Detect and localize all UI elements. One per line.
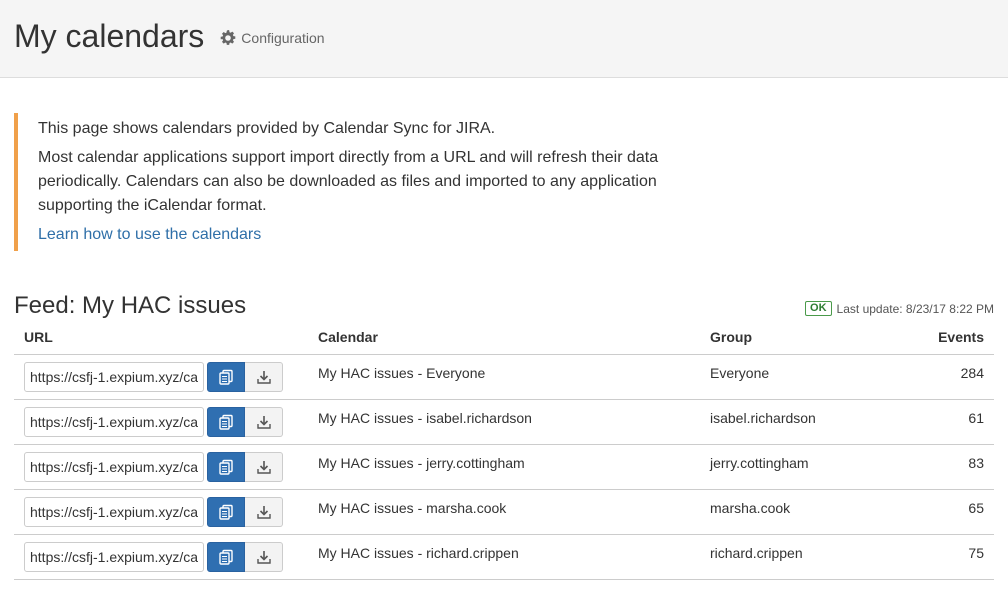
events-count-cell: 61 — [892, 399, 994, 445]
calendar-url-input[interactable] — [24, 542, 204, 572]
download-icon — [256, 416, 271, 429]
info-line-2: Most calendar applications support impor… — [38, 149, 659, 214]
download-button[interactable] — [245, 362, 283, 392]
group-cell: marsha.cook — [700, 489, 893, 535]
calendars-table: URL Calendar Group Events https://csfj-1… — [14, 323, 994, 580]
copy-url-button[interactable] — [207, 542, 245, 572]
column-header-calendar: Calendar — [308, 323, 700, 355]
download-button[interactable] — [245, 497, 283, 527]
url-cell — [14, 489, 308, 535]
copy-icon — [219, 549, 233, 565]
download-icon — [256, 551, 271, 564]
copy-url-button[interactable] — [207, 362, 245, 392]
copy-icon — [219, 414, 233, 430]
table-row: My HAC issues - marsha.cook marsha.cook … — [14, 489, 994, 535]
info-message: This page shows calendars provided by Ca… — [14, 113, 714, 251]
download-button[interactable] — [245, 407, 283, 437]
events-count-cell: 65 — [892, 489, 994, 535]
info-line-1: This page shows calendars provided by Ca… — [38, 120, 496, 137]
calendar-url-input[interactable] — [24, 407, 204, 437]
table-row: My HAC issues - Everyone Everyone 284 — [14, 354, 994, 400]
download-icon — [256, 371, 271, 384]
calendar-url-input[interactable] — [24, 362, 204, 392]
url-group — [24, 362, 298, 392]
calendar-name-cell: My HAC issues - marsha.cook — [308, 489, 700, 535]
download-button[interactable] — [245, 542, 283, 572]
table-header-row: URL Calendar Group Events — [14, 323, 994, 355]
url-cell — [14, 534, 308, 580]
group-cell: Everyone — [700, 354, 893, 400]
download-icon — [256, 506, 271, 519]
url-cell — [14, 444, 308, 490]
gear-icon — [220, 30, 236, 45]
url-cell — [14, 399, 308, 445]
configuration-link[interactable]: Configuration — [220, 30, 325, 46]
calendar-url-input[interactable] — [24, 452, 204, 482]
column-header-events: Events — [892, 323, 994, 355]
configuration-label: Configuration — [241, 30, 325, 46]
group-cell: jerry.cottingham — [700, 444, 893, 490]
page-header: My calendars Configuration — [0, 0, 1008, 78]
table-row: My HAC issues - jerry.cottingham jerry.c… — [14, 444, 994, 490]
copy-icon — [219, 459, 233, 475]
column-header-url: URL — [14, 323, 308, 355]
download-icon — [256, 461, 271, 474]
last-update: Last update: 8/23/17 8:22 PM — [836, 301, 994, 316]
table-row: My HAC issues - richard.crippen richard.… — [14, 534, 994, 580]
copy-url-button[interactable] — [207, 407, 245, 437]
column-header-group: Group — [700, 323, 893, 355]
table-row: My HAC issues - isabel.richardson isabel… — [14, 399, 994, 445]
calendar-name-cell: My HAC issues - isabel.richardson — [308, 399, 700, 445]
events-count-cell: 75 — [892, 534, 994, 580]
download-button[interactable] — [245, 452, 283, 482]
url-group — [24, 542, 298, 572]
url-group — [24, 497, 298, 527]
calendar-name-cell: My HAC issues - richard.crippen — [308, 534, 700, 580]
feed-section: Feed: My HAC issues OK Last update: 8/23… — [14, 291, 994, 580]
page-title: My calendars — [14, 18, 205, 54]
copy-url-button[interactable] — [207, 452, 245, 482]
calendar-url-input[interactable] — [24, 497, 204, 527]
calendar-name-cell: My HAC issues - Everyone — [308, 354, 700, 400]
copy-icon — [219, 504, 233, 520]
feed-status: OK Last update: 8/23/17 8:22 PM — [805, 301, 994, 316]
url-group — [24, 452, 298, 482]
status-badge: OK — [805, 301, 832, 316]
events-count-cell: 83 — [892, 444, 994, 490]
url-cell — [14, 354, 308, 400]
copy-icon — [219, 369, 233, 385]
calendar-name-cell: My HAC issues - jerry.cottingham — [308, 444, 700, 490]
url-group — [24, 407, 298, 437]
learn-how-link[interactable]: Learn how to use the calendars — [38, 226, 261, 243]
copy-url-button[interactable] — [207, 497, 245, 527]
events-count-cell: 284 — [892, 354, 994, 400]
group-cell: isabel.richardson — [700, 399, 893, 445]
group-cell: richard.crippen — [700, 534, 893, 580]
